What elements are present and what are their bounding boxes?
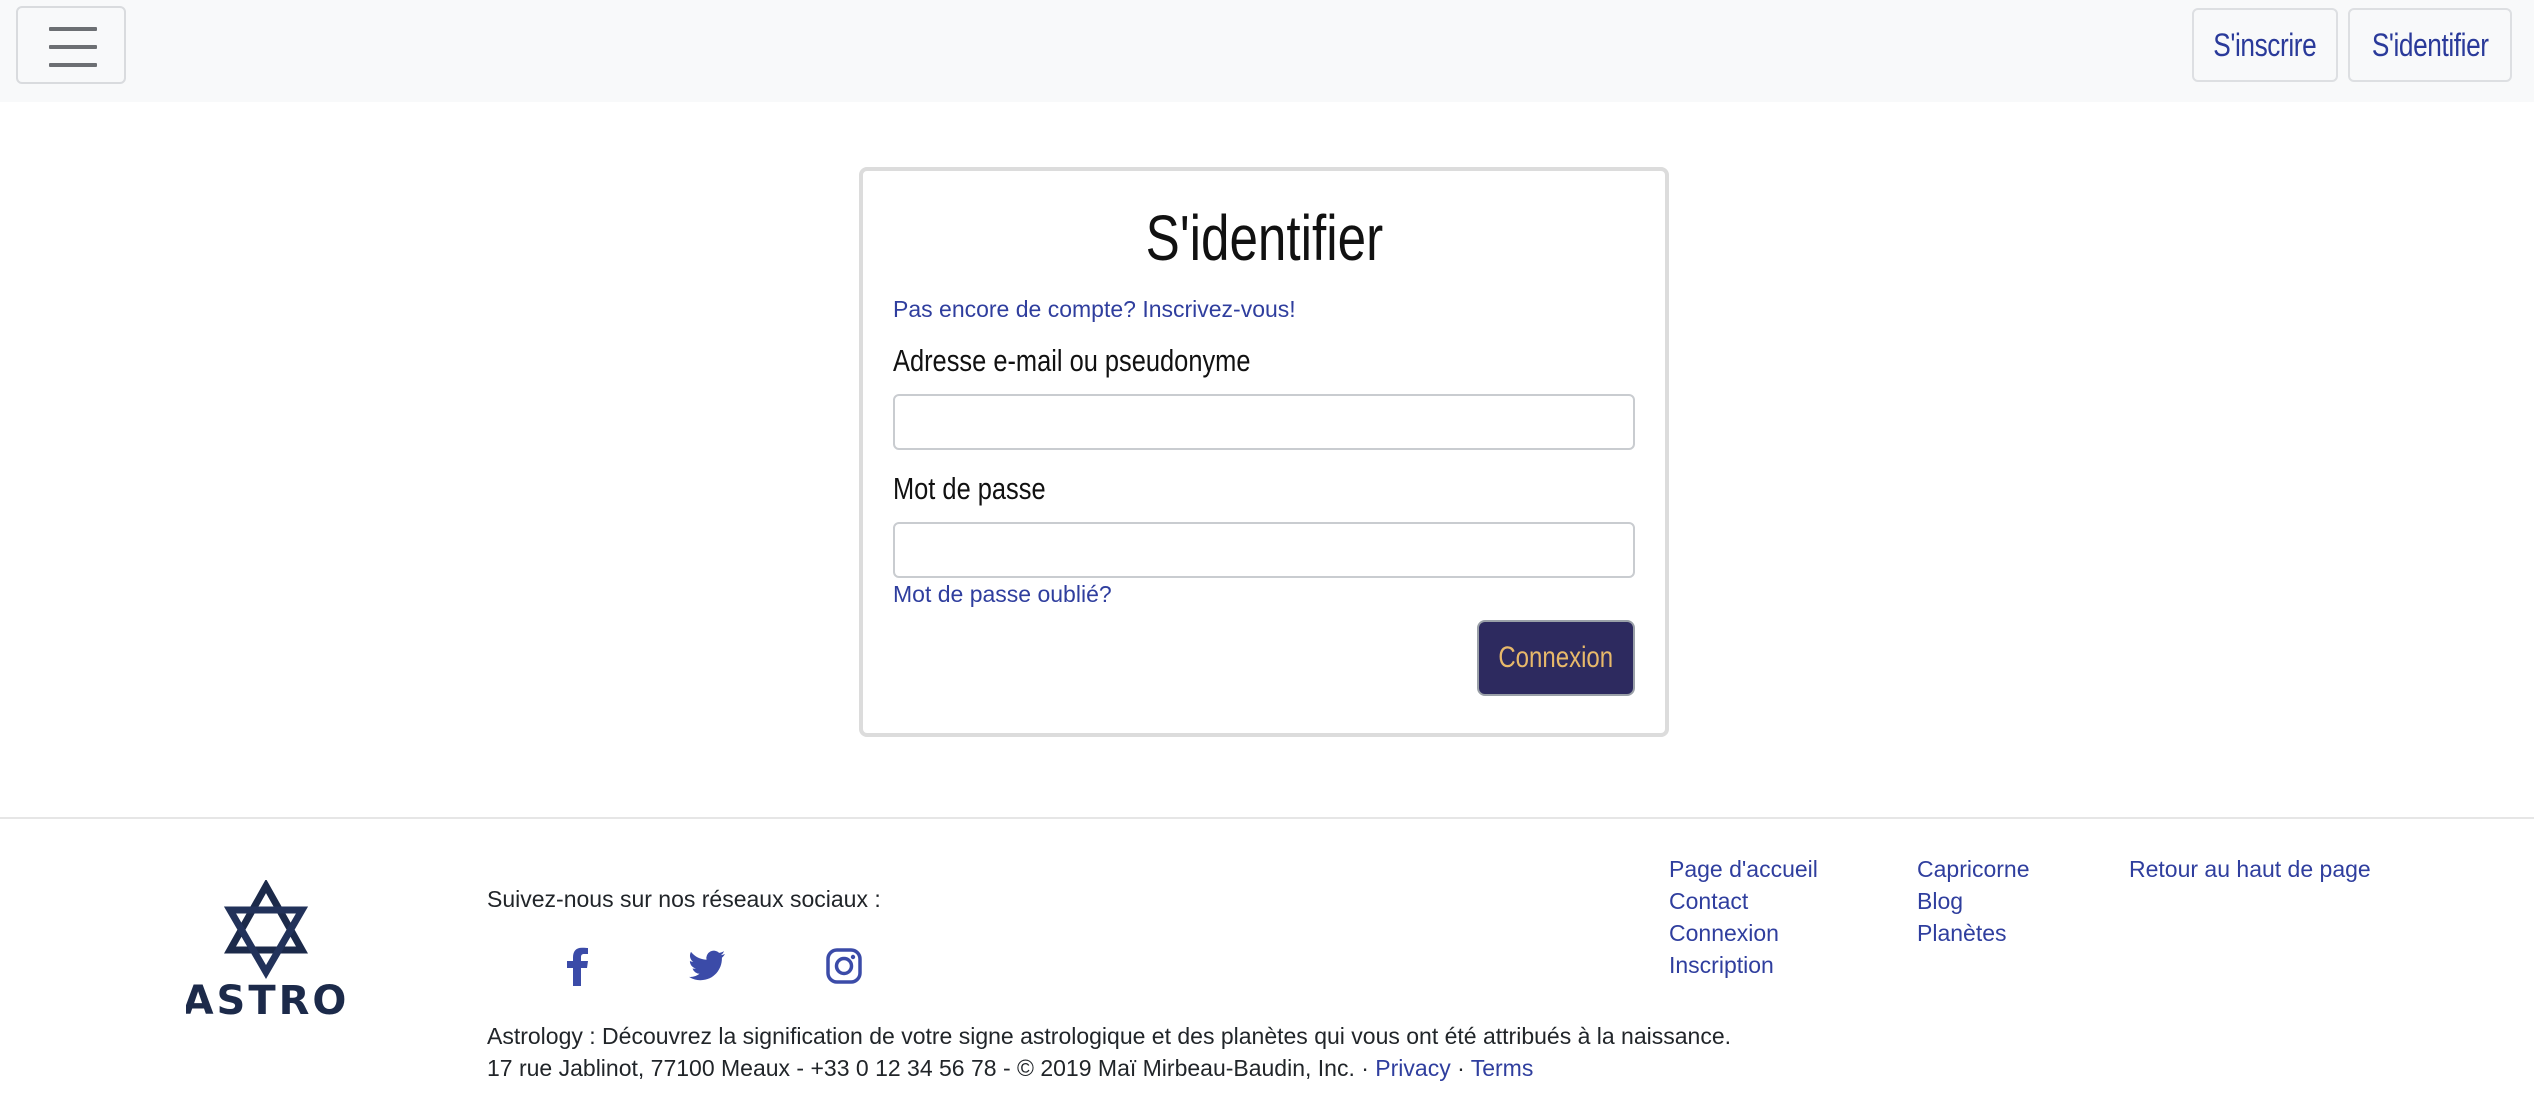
signup-button[interactable]: S'inscrire [2192, 8, 2338, 82]
footer-link-home[interactable]: Page d'accueil [1669, 853, 1818, 885]
top-navbar: S'inscrire S'identifier [0, 0, 2534, 102]
hamburger-icon [49, 27, 97, 31]
footer-link-blog[interactable]: Blog [1917, 885, 2030, 917]
page-title: S'identifier [1145, 202, 1383, 274]
menu-toggle-button[interactable] [16, 6, 126, 84]
terms-link[interactable]: Terms [1471, 1055, 1534, 1081]
login-submit-button[interactable]: Connexion [1477, 620, 1635, 696]
social-follow-text: Suivez-nous sur nos réseaux sociaux : [487, 886, 881, 912]
footer-link-capricorne[interactable]: Capricorne [1917, 853, 2030, 885]
instagram-icon[interactable] [824, 946, 864, 986]
login-card: S'identifier Pas encore de compte? Inscr… [859, 167, 1669, 737]
twitter-icon[interactable] [687, 946, 727, 986]
hamburger-icon [49, 45, 97, 49]
about-text: Astrology : Découvrez la signification d… [487, 1023, 1732, 1049]
facebook-icon[interactable] [558, 946, 598, 986]
email-label: Adresse e-mail ou pseudonyme [893, 343, 1251, 378]
register-link[interactable]: Pas encore de compte? Inscrivez-vous! [893, 296, 1296, 323]
footer-divider [0, 817, 2534, 819]
signin-button[interactable]: S'identifier [2348, 8, 2512, 82]
privacy-link[interactable]: Privacy [1375, 1055, 1450, 1081]
footer-links-column-1: Page d'accueil Contact Connexion Inscrip… [1669, 853, 1818, 981]
back-to-top-link[interactable]: Retour au haut de page [2129, 853, 2371, 885]
signup-button-label: S'inscrire [2213, 26, 2317, 63]
email-field[interactable] [893, 394, 1635, 450]
svg-text:ASTRO: ASTRO [186, 978, 346, 1020]
footer-link-login[interactable]: Connexion [1669, 917, 1818, 949]
separator-dot: · [1450, 1055, 1471, 1081]
footer-link-signup[interactable]: Inscription [1669, 949, 1818, 981]
astro-logo[interactable]: ASTRO [183, 878, 346, 1024]
hamburger-icon [49, 63, 97, 67]
address-line: 17 rue Jablinot, 77100 Meaux - +33 0 12 … [487, 1055, 1533, 1082]
signin-button-label: S'identifier [2371, 26, 2489, 63]
address-text: 17 rue Jablinot, 77100 Meaux - +33 0 12 … [487, 1055, 1376, 1081]
password-label: Mot de passe [893, 471, 1046, 506]
footer-links-column-2: Capricorne Blog Planètes [1917, 853, 2030, 949]
login-submit-label: Connexion [1498, 641, 1614, 674]
forgot-password-link[interactable]: Mot de passe oublié? [893, 581, 1112, 608]
footer-links-column-3: Retour au haut de page [2129, 853, 2371, 885]
password-field[interactable] [893, 522, 1635, 578]
footer-link-planetes[interactable]: Planètes [1917, 917, 2030, 949]
footer-link-contact[interactable]: Contact [1669, 885, 1818, 917]
